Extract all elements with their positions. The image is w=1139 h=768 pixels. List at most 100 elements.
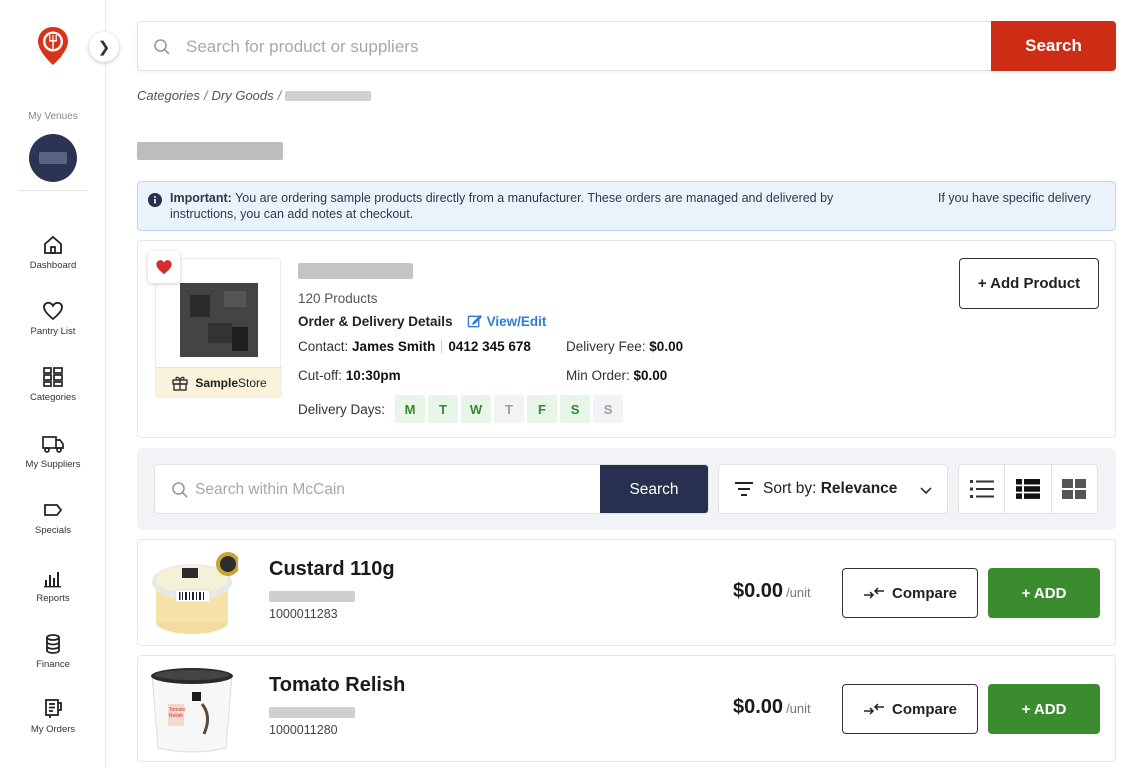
gift-icon	[172, 376, 189, 391]
day-badge: S	[593, 395, 624, 423]
sample-store-badge: SampleStore	[156, 367, 282, 397]
view-edit-link[interactable]: View/Edit	[467, 314, 547, 329]
sidebar-item-label: My Orders	[30, 724, 76, 735]
supplier-search-bar: Search	[154, 464, 709, 514]
tomato-relish-product-image: Tomato Relish	[151, 668, 233, 753]
sidebar-item-reports[interactable]: Reports	[0, 566, 106, 604]
delivery-days-label: Delivery Days:	[298, 401, 386, 417]
alert-text: You are ordering sample products directl…	[235, 191, 834, 205]
bar-chart-icon	[44, 572, 61, 588]
order-delivery-details-title: Order & Delivery Details View/Edit	[298, 314, 546, 329]
compare-button[interactable]: Compare	[842, 568, 978, 618]
global-search-bar: Search	[137, 21, 1116, 71]
brand-logo-icon[interactable]	[36, 26, 70, 66]
sidebar-item-my-orders[interactable]: My Orders	[0, 697, 106, 735]
sidebar-item-dashboard[interactable]: Dashboard	[0, 233, 106, 271]
product-toolbar: Search Sort by: Relevance	[137, 448, 1116, 530]
sidebar-item-label: Dashboard	[29, 260, 77, 271]
search-icon	[172, 482, 188, 498]
sidebar-collapse-button[interactable]: ❯	[89, 32, 119, 62]
product-row[interactable]: Custard 110g 1000011283 $0.00/unit Compa…	[137, 539, 1116, 646]
custard-product-image	[152, 552, 238, 634]
breadcrumb-categories[interactable]: Categories	[137, 88, 200, 103]
sidebar-divider	[18, 190, 88, 191]
supplier-search-button[interactable]: Search	[600, 465, 708, 513]
sort-icon	[735, 482, 753, 496]
global-search-input[interactable]	[186, 32, 966, 62]
sidebar-item-label: Specials	[35, 525, 71, 536]
my-venues-label: My Venues	[28, 111, 78, 122]
details-title-text: Order & Delivery Details	[298, 314, 453, 329]
home-icon	[44, 235, 62, 254]
list-view-icon	[969, 480, 994, 498]
product-row[interactable]: Tomato Relish Tomato Relish 1000011280 $…	[137, 655, 1116, 762]
alert-title: Important:	[170, 191, 232, 205]
delivery-fee-value: $0.00	[649, 339, 684, 354]
min-order-value: $0.00	[633, 368, 668, 383]
contact-separator	[441, 340, 443, 353]
compare-button[interactable]: Compare	[842, 684, 978, 734]
day-badge: F	[527, 395, 558, 423]
sort-label: Sort by:	[763, 480, 817, 497]
view-list-button[interactable]	[959, 465, 1006, 513]
alert-text-right: If you have specific delivery	[938, 191, 1091, 205]
sidebar-item-label: Pantry List	[30, 326, 76, 337]
product-code: 1000011283	[269, 607, 338, 621]
sidebar-item-finance[interactable]: Finance	[0, 632, 106, 670]
cutoff-value: 10:30pm	[345, 368, 401, 383]
grid-view-icon	[1062, 479, 1087, 499]
sidebar-item-categories[interactable]: Categories	[0, 365, 106, 403]
view-grid-button[interactable]	[1052, 465, 1097, 513]
product-supplier-redacted	[269, 707, 355, 718]
add-to-cart-button[interactable]: + ADD	[988, 684, 1100, 734]
product-supplier-redacted	[269, 591, 355, 602]
detail-list-view-icon	[1015, 479, 1040, 499]
chevron-down-icon	[920, 487, 932, 495]
delivery-fee: Delivery Fee: $0.00	[566, 339, 684, 354]
sidebar-item-pantry-list[interactable]: Pantry List	[0, 299, 106, 337]
heart-filled-icon	[156, 260, 172, 275]
sidebar-item-my-suppliers[interactable]: My Suppliers	[0, 432, 106, 470]
day-badge: M	[395, 395, 426, 423]
view-detail-list-button[interactable]	[1005, 465, 1052, 513]
product-name[interactable]: Custard 110g	[269, 558, 395, 581]
supplier-logo-image	[180, 283, 258, 357]
page-title-redacted	[137, 142, 283, 160]
compare-label: Compare	[891, 700, 958, 718]
sidebar-item-label: Reports	[36, 593, 70, 604]
global-search-button[interactable]: Search	[991, 21, 1116, 71]
app-root: ❯ My Venues Dashboard Pantry List Catego…	[0, 0, 1139, 768]
sort-dropdown[interactable]: Sort by: Relevance	[718, 464, 948, 514]
view-mode-toggle	[958, 464, 1098, 514]
supplier-search-input[interactable]	[195, 475, 595, 505]
contact-phone: 0412 345 678	[448, 339, 531, 354]
compare-label: Compare	[891, 584, 958, 602]
sample-store-label: SampleStore	[195, 375, 267, 390]
supplier-card: SampleStore 120 Products Order & Deliver…	[137, 240, 1116, 438]
venue-avatar-blur	[39, 152, 67, 164]
database-icon	[46, 634, 60, 654]
delivery-days: Delivery Days: M T W T F S S	[298, 395, 626, 423]
breadcrumb-dry-goods[interactable]: Dry Goods	[212, 88, 274, 103]
compare-arrows-icon	[863, 587, 884, 599]
sidebar-item-label: Finance	[36, 659, 70, 670]
favorite-supplier-button[interactable]	[148, 251, 180, 283]
product-name[interactable]: Tomato Relish	[269, 674, 405, 697]
view-edit-label: View/Edit	[486, 314, 547, 329]
day-badge: T	[494, 395, 525, 423]
alert-text-line2: instructions, you can add notes at check…	[170, 207, 414, 221]
cutoff-time: Cut-off: 10:30pm	[298, 368, 401, 383]
sidebar-item-label: My Suppliers	[25, 459, 81, 470]
price-value: $0.00	[733, 696, 784, 718]
day-badge: W	[461, 395, 492, 423]
compare-arrows-icon	[863, 703, 884, 715]
orders-document-icon	[45, 699, 62, 718]
day-badge: T	[428, 395, 459, 423]
price-unit: /unit	[786, 585, 811, 600]
add-to-cart-button[interactable]: + ADD	[988, 568, 1100, 618]
venue-avatar[interactable]	[29, 134, 77, 182]
tag-icon	[44, 504, 63, 516]
sidebar-item-specials[interactable]: Specials	[0, 498, 106, 536]
supplier-name-redacted	[298, 263, 413, 279]
add-product-button[interactable]: + Add Product	[959, 258, 1099, 309]
